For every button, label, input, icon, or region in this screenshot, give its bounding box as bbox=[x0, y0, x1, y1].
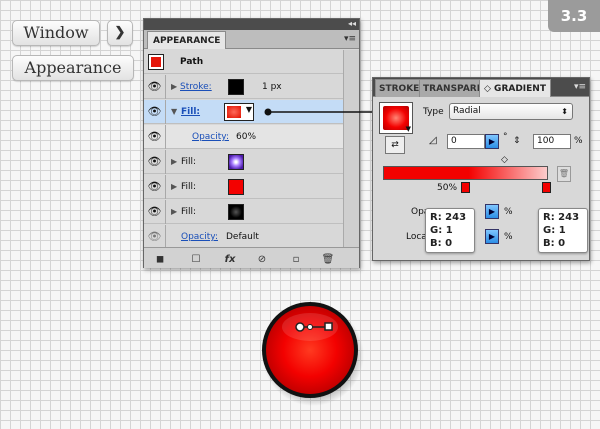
fill-label[interactable]: Fill: bbox=[181, 206, 196, 218]
midpoint-diamond-icon[interactable]: ◇ bbox=[501, 154, 508, 166]
disclosure-triangle-icon[interactable]: ▶ bbox=[171, 157, 177, 167]
color-callout-right: R: 243 G: 1 B: 0 bbox=[538, 208, 588, 253]
disclosure-triangle-icon[interactable]: ▶ bbox=[171, 182, 177, 192]
callout-g: G: 1 bbox=[543, 225, 566, 236]
appearance-panel: ◂◂ APPEARANCE ▾≡ Path 👁 ▶ Stroke: 1 px 👁… bbox=[143, 18, 360, 268]
delete-icon[interactable]: 🗑 bbox=[320, 252, 336, 267]
disclosure-triangle-icon[interactable]: ▶ bbox=[171, 207, 177, 217]
opacity-dropdown-button[interactable]: ▶ bbox=[485, 204, 499, 219]
fill-black-swatch[interactable] bbox=[228, 204, 244, 220]
eye-icon[interactable]: 👁 bbox=[144, 150, 166, 174]
panel-menu-icon[interactable]: ▾≡ bbox=[574, 82, 586, 92]
aspect-ratio-value: 100 bbox=[537, 136, 555, 146]
fill-red-swatch[interactable] bbox=[228, 179, 244, 195]
angle-input[interactable]: 0 bbox=[447, 134, 485, 149]
percent-sign: % bbox=[574, 136, 583, 146]
add-effect-icon[interactable]: fx bbox=[220, 252, 240, 267]
stroke-color-swatch[interactable] bbox=[228, 79, 244, 95]
angle-dropdown-button[interactable]: ▶ bbox=[485, 134, 499, 149]
fill-opacity-row[interactable]: 👁 Opacity: 60% bbox=[144, 125, 343, 149]
step-badge: 3.3 bbox=[548, 0, 600, 32]
red-button-artwork[interactable] bbox=[257, 297, 367, 407]
fill-row-black[interactable]: 👁 ▶ Fill: bbox=[144, 200, 343, 224]
gradient-stop-right[interactable] bbox=[542, 182, 551, 193]
object-opacity-row[interactable]: 👁 Opacity: Default bbox=[144, 225, 343, 249]
object-opacity-value[interactable]: Default bbox=[226, 231, 259, 243]
stroke-row[interactable]: 👁 ▶ Stroke: 1 px bbox=[144, 75, 343, 99]
reverse-gradient-icon[interactable]: ⇄ bbox=[385, 136, 405, 154]
stroke-weight[interactable]: 1 px bbox=[262, 81, 282, 93]
new-art-basic-appearance-icon[interactable]: ◼ bbox=[152, 252, 168, 267]
aspect-ratio-input[interactable]: 100 bbox=[533, 134, 571, 149]
chevron-right-icon: ❯ bbox=[107, 20, 133, 46]
eye-icon[interactable]: 👁 bbox=[144, 75, 166, 99]
degree-sign: ° bbox=[503, 132, 508, 142]
tab-stroke[interactable]: STROKE bbox=[375, 79, 424, 97]
fill-gradient-swatch[interactable]: ▼ bbox=[224, 103, 254, 121]
fill-opacity-label[interactable]: Opacity: bbox=[192, 131, 229, 143]
type-select[interactable]: Radial ⬍ bbox=[449, 103, 573, 120]
angle-icon: ◿ bbox=[429, 135, 437, 146]
gradient-preview-swatch[interactable]: ▼ bbox=[379, 102, 413, 134]
stroke-label[interactable]: Stroke: bbox=[180, 81, 212, 93]
object-opacity-label[interactable]: Opacity: bbox=[181, 231, 218, 243]
callout-b: B: 0 bbox=[543, 238, 566, 249]
collapse-icon[interactable]: ◂◂ bbox=[348, 18, 356, 29]
select-arrows-icon: ⬍ bbox=[561, 107, 568, 116]
appearance-scrollbar[interactable] bbox=[343, 50, 359, 250]
duplicate-icon[interactable]: ▫ bbox=[288, 252, 304, 267]
gradient-annotator-end bbox=[324, 322, 333, 331]
gradient-annotator-center bbox=[307, 324, 313, 330]
tab-appearance[interactable]: APPEARANCE bbox=[147, 31, 227, 49]
fill-row-violet[interactable]: 👁 ▶ Fill: bbox=[144, 150, 343, 174]
eye-icon[interactable]: 👁 bbox=[144, 200, 166, 224]
type-label: Type bbox=[423, 107, 444, 117]
angle-value: 0 bbox=[451, 136, 457, 146]
disclosure-triangle-expanded-icon[interactable]: ▼ bbox=[171, 107, 177, 117]
callout-g: G: 1 bbox=[430, 225, 453, 236]
gradient-slider-bar[interactable] bbox=[383, 166, 548, 180]
window-menu-pill[interactable]: Window bbox=[12, 20, 100, 46]
tab-transparency[interactable]: TRANSPARE bbox=[419, 79, 487, 97]
opacity-percent-sign: % bbox=[504, 207, 513, 217]
callout-b: B: 0 bbox=[430, 238, 453, 249]
callout-r: R: 243 bbox=[430, 212, 467, 223]
appearance-footer: ◼ ☐ fx ⊘ ▫ 🗑 bbox=[144, 247, 359, 268]
no-icon[interactable]: ⊘ bbox=[254, 252, 270, 267]
location-percent-readout: 50% bbox=[437, 183, 458, 193]
eye-icon[interactable]: 👁 bbox=[144, 125, 166, 149]
tab-gradient[interactable]: ◇ GRADIENT bbox=[479, 79, 551, 97]
clear-appearance-icon[interactable]: ☐ bbox=[188, 252, 204, 267]
fill-row-red[interactable]: 👁 ▶ Fill: bbox=[144, 175, 343, 199]
fill-violet-swatch[interactable] bbox=[228, 154, 244, 170]
appearance-menu-pill[interactable]: Appearance bbox=[12, 55, 134, 81]
fill-label[interactable]: Fill: bbox=[181, 181, 196, 193]
eye-icon[interactable]: 👁 bbox=[144, 100, 166, 124]
fill-label[interactable]: Fill: bbox=[181, 156, 196, 168]
eye-icon[interactable]: 👁 bbox=[144, 225, 166, 249]
location-label: Loca bbox=[406, 232, 427, 242]
path-thumbnail bbox=[148, 54, 164, 70]
callout-r: R: 243 bbox=[543, 212, 580, 223]
location-percent-sign: % bbox=[504, 232, 513, 242]
gradient-tabbar: STROKE TRANSPARE ◇ GRADIENT ▾≡ bbox=[373, 78, 589, 97]
path-label: Path bbox=[180, 57, 204, 67]
appearance-tabbar: APPEARANCE ▾≡ bbox=[144, 30, 359, 49]
gradient-stop-left[interactable] bbox=[461, 182, 470, 193]
delete-stop-icon[interactable]: 🗑 bbox=[557, 166, 571, 182]
fill-opacity-value[interactable]: 60% bbox=[236, 131, 256, 143]
color-callout-left: R: 243 G: 1 B: 0 bbox=[425, 208, 475, 253]
fill-row-selected[interactable]: 👁 ▼ Fill: ▼ bbox=[144, 100, 343, 124]
aspect-ratio-icon: ⇕ bbox=[513, 136, 521, 146]
type-select-value: Radial bbox=[453, 106, 481, 116]
eye-icon[interactable]: 👁 bbox=[144, 175, 166, 199]
gradient-annotator-origin bbox=[295, 322, 305, 332]
disclosure-triangle-icon[interactable]: ▶ bbox=[171, 82, 177, 92]
panel-title-bar[interactable]: ◂◂ bbox=[144, 19, 359, 30]
path-row[interactable]: Path bbox=[144, 50, 343, 74]
panel-menu-icon[interactable]: ▾≡ bbox=[344, 34, 356, 44]
location-dropdown-button[interactable]: ▶ bbox=[485, 229, 499, 244]
fill-label[interactable]: Fill: bbox=[181, 106, 200, 118]
